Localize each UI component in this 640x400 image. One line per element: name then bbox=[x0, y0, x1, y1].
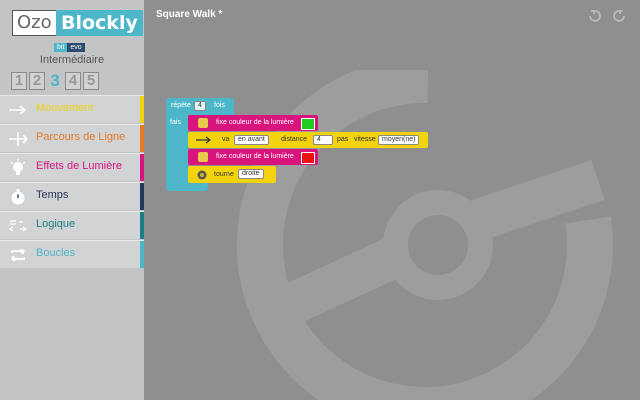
repeat-prefix: répète bbox=[171, 102, 191, 109]
app-logo: Ozo Blockly bbox=[12, 10, 143, 36]
loop-icon bbox=[10, 248, 26, 262]
level-tab-5[interactable]: 5 bbox=[83, 72, 99, 90]
light-bulb-icon bbox=[198, 118, 208, 128]
category-label: Boucles bbox=[36, 247, 76, 259]
light-color-swatch-green[interactable] bbox=[301, 118, 315, 130]
category-mouvement[interactable]: Mouvement bbox=[0, 95, 144, 123]
category-color-bar bbox=[140, 96, 144, 123]
repeat-do-label: fais bbox=[170, 119, 181, 126]
move-block[interactable]: va en avant distance 4 pas vitesse moyen… bbox=[188, 132, 428, 148]
blockly-workspace[interactable]: Square Walk * répète 4 fois fais fixe co… bbox=[146, 0, 640, 400]
program-title: Square Walk * bbox=[156, 9, 223, 20]
category-parcours-de-ligne[interactable]: Parcours de Ligne bbox=[0, 124, 144, 152]
category-label: Temps bbox=[36, 189, 69, 201]
level-tab-2[interactable]: 2 bbox=[29, 72, 45, 90]
level-tabs: 1 2 3 4 5 bbox=[11, 72, 101, 90]
light-color-swatch-red[interactable] bbox=[301, 152, 315, 164]
distance-input[interactable]: 4 bbox=[313, 135, 333, 145]
arrow-right-icon bbox=[196, 136, 211, 144]
repeat-block-footer bbox=[166, 183, 208, 191]
light-bulb-icon bbox=[10, 159, 26, 175]
unit-label: pas bbox=[337, 136, 349, 143]
turn-verb: tourne bbox=[214, 171, 234, 178]
badge-evo: evo bbox=[67, 43, 85, 52]
level-label: Intermédiaire bbox=[39, 54, 105, 66]
category-temps[interactable]: Temps bbox=[0, 182, 144, 210]
move-verb: va bbox=[222, 136, 230, 143]
undo-icon[interactable] bbox=[586, 8, 602, 24]
speed-label: vitesse bbox=[354, 136, 376, 143]
repeat-count-field[interactable]: 4 bbox=[194, 101, 206, 111]
set-light-label: fixe couleur de la lumière bbox=[216, 119, 294, 126]
set-light-label: fixe couleur de la lumière bbox=[216, 153, 294, 160]
category-effets-de-lumiere[interactable]: Effets de Lumière bbox=[0, 153, 144, 181]
category-color-bar bbox=[140, 212, 144, 239]
redo-icon[interactable] bbox=[612, 8, 628, 24]
category-boucles[interactable]: Boucles bbox=[0, 240, 144, 268]
logic-arrows-icon bbox=[8, 220, 28, 232]
turn-direction-dropdown[interactable]: droite bbox=[238, 169, 264, 179]
category-label: Effets de Lumière bbox=[36, 160, 123, 172]
category-label: Mouvement bbox=[36, 102, 94, 114]
category-label: Parcours de Ligne bbox=[36, 131, 126, 143]
level-tab-3[interactable]: 3 bbox=[47, 72, 63, 90]
set-light-color-block-1[interactable]: fixe couleur de la lumière bbox=[188, 115, 318, 131]
sidebar: Ozo Blockly bit evo Intermédiaire 1 2 3 … bbox=[0, 0, 144, 400]
category-color-bar bbox=[140, 154, 144, 181]
turn-block[interactable]: tourne droite bbox=[188, 166, 276, 183]
level-tab-1[interactable]: 1 bbox=[11, 72, 27, 90]
stopwatch-icon bbox=[11, 189, 25, 205]
repeat-suffix: fois bbox=[214, 102, 225, 109]
speed-dropdown[interactable]: moyen(ne) bbox=[378, 135, 420, 145]
distance-label: distance bbox=[281, 136, 308, 143]
logo-blockly-text: Blockly bbox=[56, 10, 143, 36]
turn-icon bbox=[197, 170, 207, 180]
arrow-right-icon bbox=[9, 105, 27, 115]
set-light-color-block-2[interactable]: fixe couleur de la lumière bbox=[188, 149, 318, 165]
badge-bit: bit bbox=[54, 43, 68, 52]
bit-evo-badge: bit evo bbox=[54, 43, 85, 52]
category-color-bar bbox=[140, 183, 144, 210]
category-color-bar bbox=[140, 241, 144, 268]
repeat-block-header[interactable]: répète 4 fois bbox=[166, 98, 234, 115]
category-label: Logique bbox=[36, 218, 76, 230]
repeat-block-body[interactable]: fais bbox=[166, 115, 188, 188]
light-bulb-icon bbox=[198, 152, 208, 162]
level-tab-4[interactable]: 4 bbox=[65, 72, 81, 90]
direction-dropdown[interactable]: en avant bbox=[234, 135, 269, 145]
category-color-bar bbox=[140, 125, 144, 152]
line-follow-icon bbox=[9, 132, 28, 146]
category-logique[interactable]: Logique bbox=[0, 211, 144, 239]
logo-ozo-text: Ozo bbox=[12, 10, 57, 36]
